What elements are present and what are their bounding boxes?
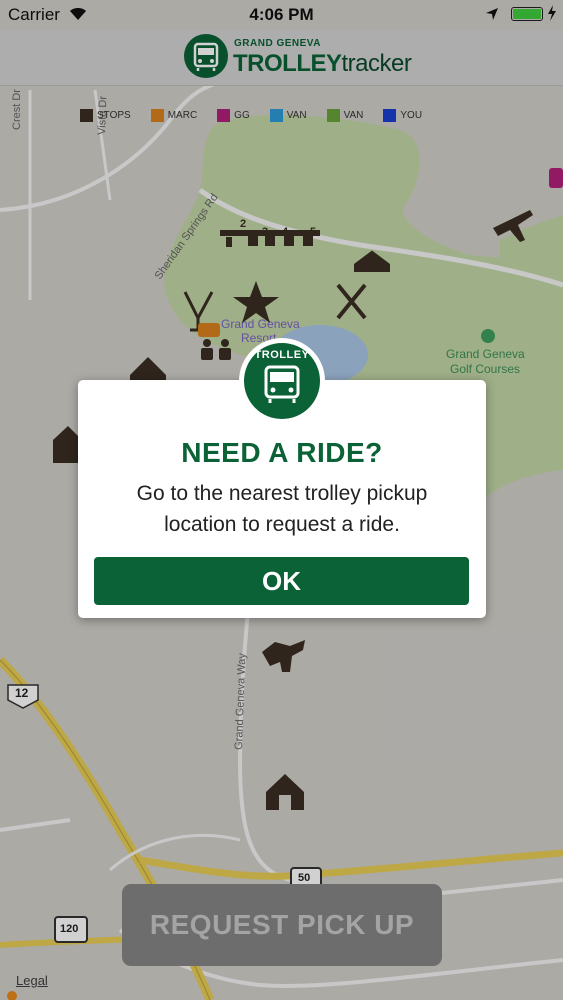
ok-button[interactable]: OK xyxy=(94,557,469,605)
modal-title: NEED A RIDE? xyxy=(181,437,383,468)
trolley-icon: TROLLEY xyxy=(244,343,320,419)
modal-trolley-badge: TROLLEY xyxy=(239,338,325,424)
modal-message: Go to the nearest trolley pickup locatio… xyxy=(136,482,428,536)
legal-link[interactable]: Legal xyxy=(16,973,48,988)
request-pickup-button[interactable]: REQUEST PICK UP xyxy=(122,884,442,966)
